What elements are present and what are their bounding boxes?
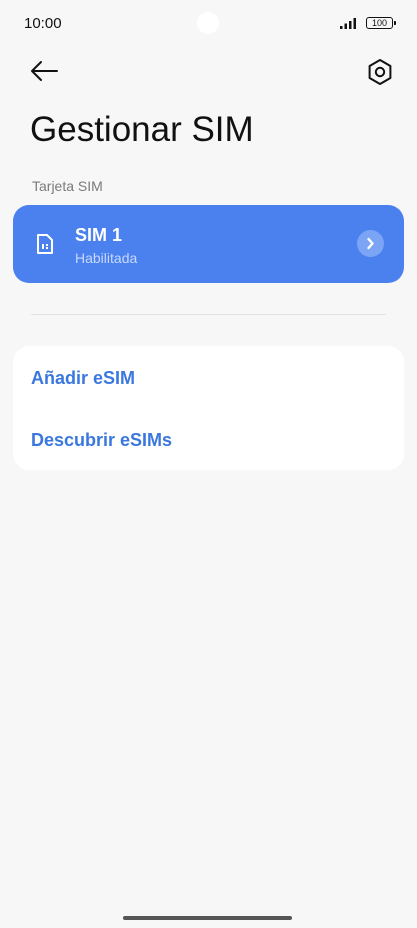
section-label: Tarjeta SIM — [32, 178, 103, 194]
back-arrow-icon — [31, 61, 58, 81]
sim-name: SIM 1 — [75, 225, 123, 245]
camera-cutout — [197, 12, 219, 34]
battery-level: 100 — [371, 18, 388, 28]
sim-chevron-button[interactable] — [357, 230, 384, 257]
battery-icon: 100 — [366, 17, 396, 29]
settings-hexagon-icon — [368, 59, 392, 85]
back-button[interactable] — [28, 56, 62, 86]
status-bar: 10:00 100 — [0, 0, 417, 48]
divider — [31, 314, 386, 315]
discover-esims-button[interactable]: Descubrir eSIMs — [31, 430, 172, 451]
sim-card-icon — [37, 234, 53, 254]
add-esim-button[interactable]: Añadir eSIM — [31, 368, 135, 389]
settings-button[interactable] — [364, 56, 396, 88]
home-indicator[interactable] — [123, 916, 292, 920]
sim-status: Habilitada — [75, 250, 138, 266]
esim-options-card: Añadir eSIM Descubrir eSIMs — [13, 346, 404, 470]
signal-icon — [340, 18, 356, 29]
sim-1-card[interactable]: SIM 1 Habilitada — [13, 205, 404, 283]
chevron-right-icon — [367, 237, 374, 250]
status-time: 10:00 — [24, 15, 62, 32]
page-title: Gestionar SIM — [30, 110, 254, 149]
